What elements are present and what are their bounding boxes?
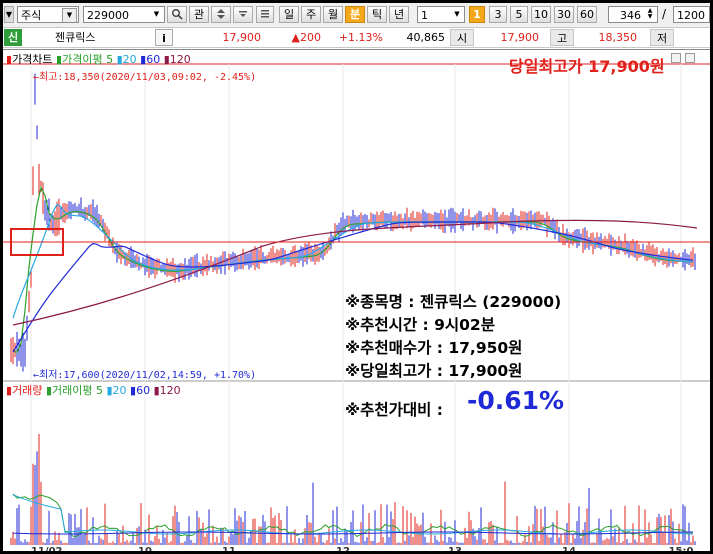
price-ma-label: 가격이평: [62, 53, 103, 66]
market-type-select[interactable]: 주식 ▼: [17, 6, 79, 23]
x-tick-label: 11: [222, 546, 236, 551]
count-separator: /: [662, 7, 667, 21]
panel-close-button[interactable]: [685, 53, 695, 63]
toolbar-grip-handle[interactable]: ▼: [4, 6, 14, 23]
new-badge: 신: [4, 29, 22, 46]
x-tick-label: 13: [448, 546, 462, 551]
chevron-down-icon[interactable]: ▼: [62, 8, 77, 22]
volume-ma-label: 거래이평: [52, 384, 93, 397]
interval-select[interactable]: 1 ▼: [417, 6, 465, 23]
x-tick-label: 11/02: [31, 546, 63, 551]
price-ma-60: 60: [146, 53, 161, 66]
note-recommend-price: ※추천매수가 : 17,950원: [345, 339, 523, 357]
price-ma-20: 20: [122, 53, 137, 66]
interval-3-button[interactable]: 3: [489, 6, 507, 23]
stock-name: 젠큐릭스: [55, 31, 96, 44]
x-tick-label: 14: [562, 546, 576, 551]
high-label: 고: [550, 29, 574, 46]
headline-high-price: 당일최고가 17,900원: [509, 57, 665, 76]
price-change: ▲200: [291, 31, 321, 44]
x-tick-label: 10: [138, 546, 152, 551]
chart-panel[interactable]: 11/02 10 11 12 13 14 15:0 ▮가격차트 ▮가격이평 5 ▮20 ▮6…: [3, 49, 710, 551]
volume-legend: ▮거래량 ▮거래이평 5 ▮20 ▮60 ▮120: [6, 384, 181, 397]
search-icon: [172, 9, 183, 20]
app-window: ▼ 주식 ▼ 229000 ▼ 관 일 주 월 분 틱 년 1 ▼ 1 3 5 …: [3, 3, 710, 551]
toolbar: ▼ 주식 ▼ 229000 ▼ 관 일 주 월 분 틱 년 1 ▼ 1 3 5 …: [3, 3, 710, 28]
price-ma-120: 120: [169, 53, 191, 66]
interval-30-button[interactable]: 30: [554, 6, 574, 23]
volume-ma-120: 120: [159, 384, 181, 397]
chevron-down-icon[interactable]: ▼: [451, 8, 463, 21]
count-total-input[interactable]: 1200: [673, 6, 710, 23]
dropdown-icon: [239, 11, 247, 17]
low-label: 저: [650, 29, 674, 46]
period-week-button[interactable]: 주: [301, 6, 321, 23]
stock-code-input[interactable]: 229000 ▼: [83, 6, 165, 23]
stock-code-value: 229000: [87, 9, 129, 22]
market-type-value: 주식: [21, 9, 42, 22]
stepper-button[interactable]: [211, 6, 231, 23]
open-label: 시: [450, 29, 474, 46]
count-value: 346: [620, 9, 641, 22]
price-ma-5: 5: [106, 53, 114, 66]
interval-1-button[interactable]: 1: [469, 6, 485, 23]
list-icon: [261, 10, 269, 18]
interval-5-button[interactable]: 5: [510, 6, 528, 23]
volume-value: 40,865: [406, 31, 446, 44]
volume-chart-title: 거래량: [12, 384, 43, 397]
stock-info-icon[interactable]: i: [155, 29, 173, 46]
stepper-arrows-icon[interactable]: ▲ ▼: [644, 8, 656, 21]
up-down-arrows-icon: [217, 9, 225, 19]
volume-ma-5: 5: [95, 384, 103, 397]
price-legend: ▮가격차트 ▮가격이평 5 ▮20 ▮60 ▮120: [6, 53, 191, 66]
count-total-value: 1200: [677, 9, 705, 22]
note-stock-name: ※종목명 : 젠큐릭스 (229000): [345, 293, 562, 311]
period-year-button[interactable]: 년: [389, 6, 409, 23]
chevron-down-icon[interactable]: ▼: [150, 8, 163, 21]
period-minute-button[interactable]: 분: [345, 6, 365, 23]
interval-60-button[interactable]: 60: [577, 6, 597, 23]
note-return-label: ※추천가대비 :: [345, 401, 443, 419]
open-price: 17,900: [500, 31, 540, 44]
compare-button[interactable]: [256, 6, 274, 23]
note-day-high: ※당일최고가 : 17,900원: [345, 362, 523, 380]
period-tick-button[interactable]: 틱: [367, 6, 387, 23]
volume-ma-20: 20: [112, 384, 127, 397]
chart-type-button[interactable]: [233, 6, 253, 23]
high-price: 18,350: [598, 31, 638, 44]
interval-10-button[interactable]: 10: [531, 6, 551, 23]
count-stepper[interactable]: 346 ▲ ▼: [608, 6, 658, 23]
search-button[interactable]: [167, 6, 187, 23]
note-recommend-time: ※추천시간 : 9시02분: [345, 316, 495, 334]
interval-value: 1: [421, 9, 428, 22]
low-annotation: ←최저:17,600(2020/11/02,14:59, +1.70%): [33, 370, 257, 381]
current-price: 17,900: [222, 31, 262, 44]
panel-restore-button[interactable]: [671, 53, 681, 63]
period-month-button[interactable]: 월: [323, 6, 343, 23]
high-annotation: ←최고:18,350(2020/11/03,09:02, -2.45%): [33, 72, 257, 83]
quote-info-row: 신 젠큐릭스 i 17,900 ▲200 +1.13% 40,865 시 17,…: [3, 28, 710, 48]
price-chart-title: 가격차트: [12, 53, 53, 66]
x-tick-label: 12: [336, 546, 350, 551]
return-percentage: -0.61%: [467, 386, 565, 415]
period-day-button[interactable]: 일: [279, 6, 299, 23]
volume-ma-60: 60: [136, 384, 151, 397]
x-tick-label: 15:0: [669, 546, 694, 551]
price-change-pct: +1.13%: [338, 31, 383, 44]
watchlist-button[interactable]: 관: [189, 6, 209, 23]
